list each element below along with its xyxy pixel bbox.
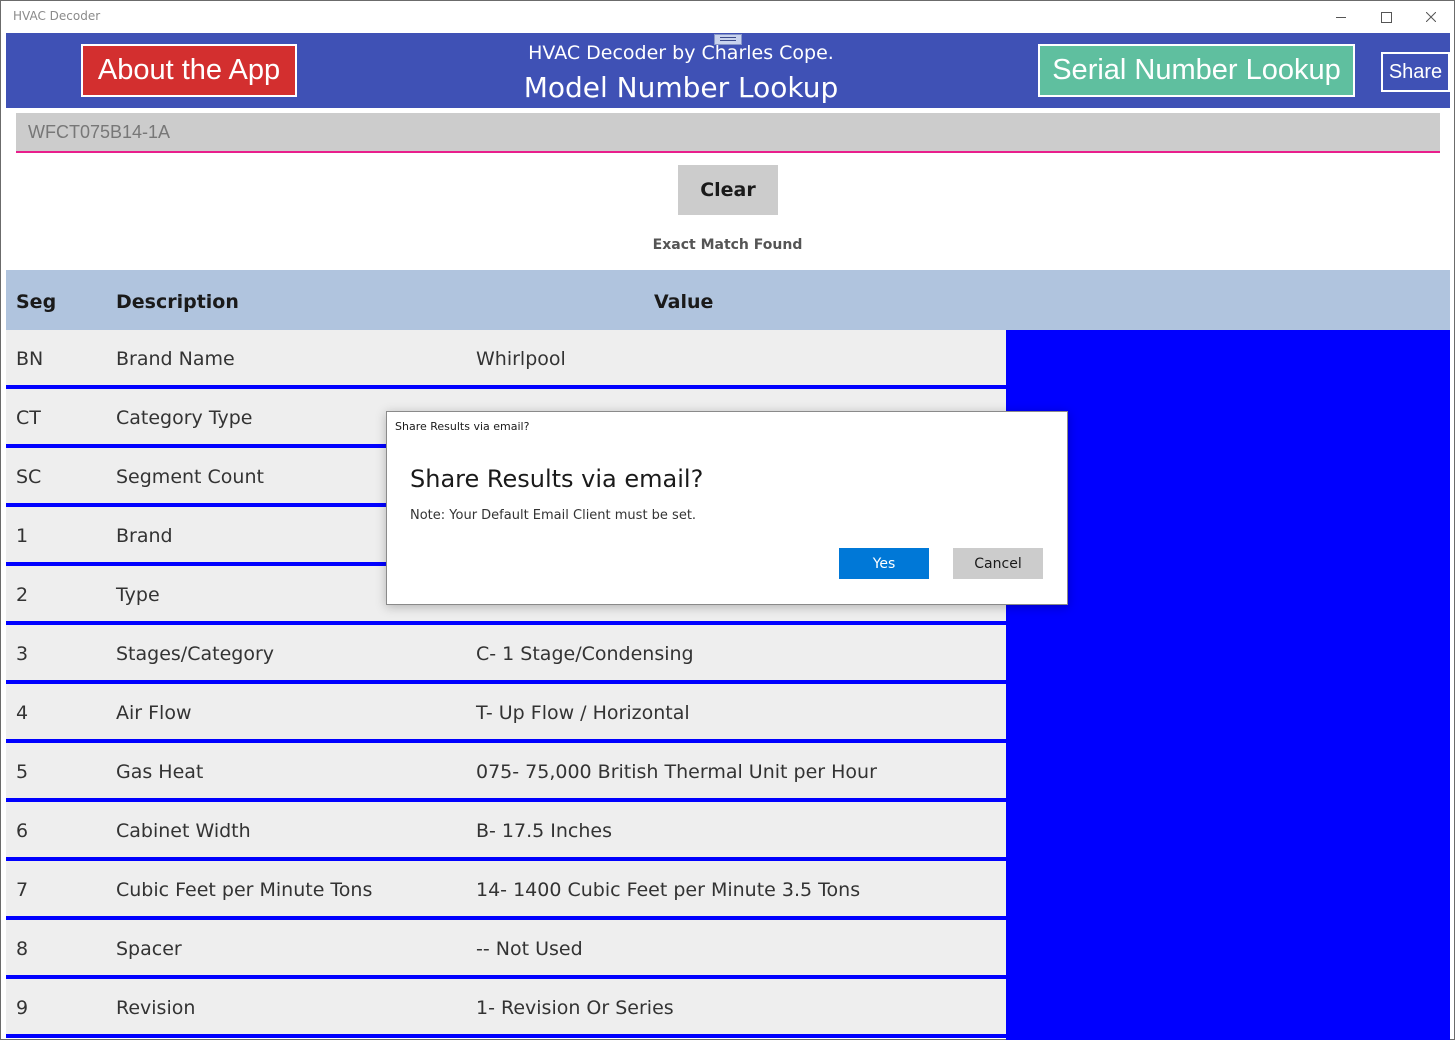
cell-seg: 4	[16, 702, 29, 724]
cell-seg: 1	[16, 525, 29, 547]
cell-description: Category Type	[116, 407, 253, 429]
cell-value: T- Up Flow / Horizontal	[476, 702, 690, 724]
column-header-description: Description	[116, 291, 239, 313]
table-row[interactable]: 4 Air Flow T- Up Flow / Horizontal	[6, 684, 1006, 743]
cell-description: Cubic Feet per Minute Tons	[116, 879, 373, 901]
match-status: Exact Match Found	[652, 237, 803, 253]
cell-seg: 8	[16, 938, 29, 960]
cell-description: Cabinet Width	[116, 820, 251, 842]
table-row[interactable]: 8 Spacer -- Not Used	[6, 920, 1006, 979]
cell-value: C- 1 Stage/Condensing	[476, 643, 694, 665]
cell-value: B- 17.5 Inches	[476, 820, 612, 842]
cell-description: Brand Name	[116, 348, 235, 370]
cell-value: Whirlpool	[476, 348, 566, 370]
share-dialog: Share Results via email? Share Results v…	[386, 411, 1068, 605]
column-header-seg: Seg	[16, 291, 57, 313]
cell-value: 1- Revision Or Series	[476, 997, 674, 1019]
side-panel	[1006, 330, 1450, 1040]
cell-seg: 6	[16, 820, 29, 842]
drag-handle-icon[interactable]	[714, 34, 742, 45]
table-row[interactable]: 7 Cubic Feet per Minute Tons 14- 1400 Cu…	[6, 861, 1006, 920]
cell-value: -- Not Used	[476, 938, 583, 960]
title-bar[interactable]: HVAC Decoder	[1, 1, 1454, 33]
cell-seg: 3	[16, 643, 29, 665]
cell-seg: CT	[16, 407, 41, 429]
dialog-note: Note: Your Default Email Client must be …	[410, 508, 697, 523]
cell-description: Stages/Category	[116, 643, 274, 665]
cell-value: 075- 75,000 British Thermal Unit per Hou…	[476, 761, 877, 783]
table-header: Seg Description Value	[6, 270, 1450, 330]
cell-description: Gas Heat	[116, 761, 204, 783]
cell-seg: BN	[16, 348, 44, 370]
table-row[interactable]: BN Brand Name Whirlpool	[6, 330, 1006, 389]
table-row[interactable]: 5 Gas Heat 075- 75,000 British Thermal U…	[6, 743, 1006, 802]
column-header-value: Value	[654, 291, 714, 313]
model-number-input[interactable]	[16, 113, 1440, 153]
cancel-button[interactable]: Cancel	[953, 548, 1043, 579]
cell-seg: 9	[16, 997, 29, 1019]
table-row[interactable]: 9 Revision 1- Revision Or Series	[6, 979, 1006, 1038]
yes-button[interactable]: Yes	[839, 548, 929, 579]
close-icon[interactable]	[1408, 1, 1454, 33]
clear-button[interactable]: Clear	[678, 165, 778, 215]
cell-description: Revision	[116, 997, 196, 1019]
table-row[interactable]: 6 Cabinet Width B- 17.5 Inches	[6, 802, 1006, 861]
cell-description: Type	[116, 584, 160, 606]
share-button[interactable]: Share	[1381, 52, 1450, 92]
cell-seg: SC	[16, 466, 42, 488]
minimize-icon[interactable]	[1318, 1, 1364, 33]
cell-description: Spacer	[116, 938, 182, 960]
cell-description: Segment Count	[116, 466, 264, 488]
window-title: HVAC Decoder	[13, 9, 101, 23]
cell-description: Air Flow	[116, 702, 192, 724]
maximize-icon[interactable]	[1363, 1, 1409, 33]
cell-value: 14- 1400 Cubic Feet per Minute 3.5 Tons	[476, 879, 861, 901]
cell-seg: 2	[16, 584, 29, 606]
serial-lookup-button[interactable]: Serial Number Lookup	[1038, 44, 1355, 97]
cell-seg: 5	[16, 761, 29, 783]
cell-seg: 7	[16, 879, 29, 901]
cell-description: Brand	[116, 525, 173, 547]
dialog-title: Share Results via email?	[410, 465, 704, 493]
table-row[interactable]: 3 Stages/Category C- 1 Stage/Condensing	[6, 625, 1006, 684]
dialog-caption: Share Results via email?	[395, 420, 530, 433]
